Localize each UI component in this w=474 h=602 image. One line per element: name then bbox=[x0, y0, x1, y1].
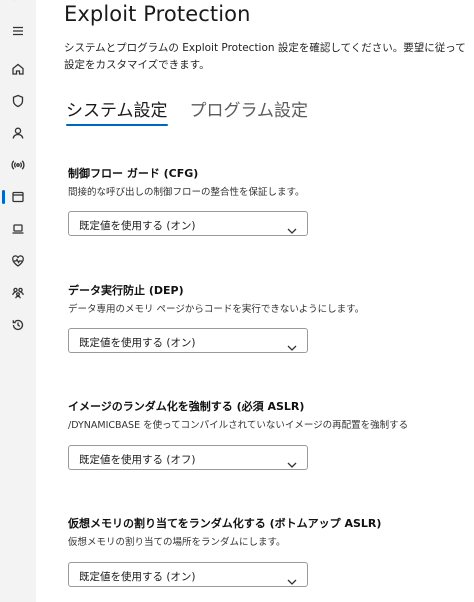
account-icon[interactable] bbox=[6, 122, 30, 144]
chevron-down-icon bbox=[287, 220, 297, 234]
setting-bottom-up-aslr: 仮想メモリの割り当てをランダム化する (ボトムアップ ASLR) 仮想メモリの割… bbox=[68, 515, 470, 587]
dropdown-value: 既定値を使用する (オフ) bbox=[79, 454, 196, 466]
setting-cfg: 制御フロー ガード (CFG) 間接的な呼び出しの制御フローの整合性を保証します… bbox=[68, 165, 470, 236]
dropdown-value: 既定値を使用する (オン) bbox=[79, 571, 196, 583]
shield-icon[interactable] bbox=[6, 90, 30, 112]
setting-description: データ専用のメモリ ページからコードを実行できないようにします。 bbox=[68, 304, 365, 315]
family-icon[interactable] bbox=[6, 282, 30, 304]
setting-description: 仮想メモリの割り当ての場所をランダムにします。 bbox=[68, 537, 286, 548]
nav-rail: ‹ bbox=[0, 0, 36, 602]
page-description: システムとプログラムの Exploit Protection 設定を確認してくだ… bbox=[64, 42, 466, 71]
network-icon[interactable] bbox=[6, 154, 30, 176]
chevron-down-icon bbox=[287, 571, 297, 585]
app-browser-icon[interactable] bbox=[2, 186, 30, 208]
setting-description: 間接的な呼び出しの制御フローの整合性を保証します。 bbox=[68, 187, 305, 198]
mandatory-aslr-dropdown[interactable]: 既定値を使用する (オフ) bbox=[68, 445, 308, 470]
tab-program-settings[interactable]: プログラム設定 bbox=[190, 96, 309, 126]
setting-title: 仮想メモリの割り当てをランダム化する (ボトムアップ ASLR) bbox=[68, 517, 382, 530]
device-security-icon[interactable] bbox=[6, 218, 30, 240]
page-title: Exploit Protection bbox=[64, 2, 251, 26]
dropdown-value: 既定値を使用する (オン) bbox=[79, 337, 196, 349]
home-icon[interactable] bbox=[6, 58, 30, 80]
cfg-dropdown[interactable]: 既定値を使用する (オン) bbox=[68, 211, 308, 236]
setting-title: イメージのランダム化を強制する (必須 ASLR) bbox=[68, 400, 305, 413]
bottom-up-aslr-dropdown[interactable]: 既定値を使用する (オン) bbox=[68, 562, 308, 587]
hamburger-icon[interactable] bbox=[6, 20, 30, 42]
setting-title: 制御フロー ガード (CFG) bbox=[68, 167, 199, 180]
setting-dep: データ実行防止 (DEP) データ専用のメモリ ページからコードを実行できないよ… bbox=[68, 282, 470, 353]
chevron-down-icon bbox=[287, 337, 297, 351]
window: ‹ Exploit Prote bbox=[0, 0, 474, 602]
tab-system-settings[interactable]: システム設定 bbox=[66, 96, 168, 126]
chevron-down-icon bbox=[287, 454, 297, 468]
tab-bar: システム設定 プログラム設定 bbox=[66, 96, 330, 126]
setting-mandatory-aslr: イメージのランダム化を強制する (必須 ASLR) /DYNAMICBASE を… bbox=[68, 398, 470, 470]
setting-title: データ実行防止 (DEP) bbox=[68, 284, 184, 297]
dropdown-value: 既定値を使用する (オン) bbox=[79, 220, 196, 232]
health-icon[interactable] bbox=[6, 250, 30, 272]
setting-description: /DYNAMICBASE を使ってコンパイルされていないイメージの再配置を強制す… bbox=[68, 420, 409, 431]
back-arrow-icon[interactable]: ‹ bbox=[12, 0, 24, 4]
history-icon[interactable] bbox=[6, 314, 30, 336]
dep-dropdown[interactable]: 既定値を使用する (オン) bbox=[68, 328, 308, 353]
main-content: Exploit Protection システムとプログラムの Exploit P… bbox=[36, 0, 474, 602]
